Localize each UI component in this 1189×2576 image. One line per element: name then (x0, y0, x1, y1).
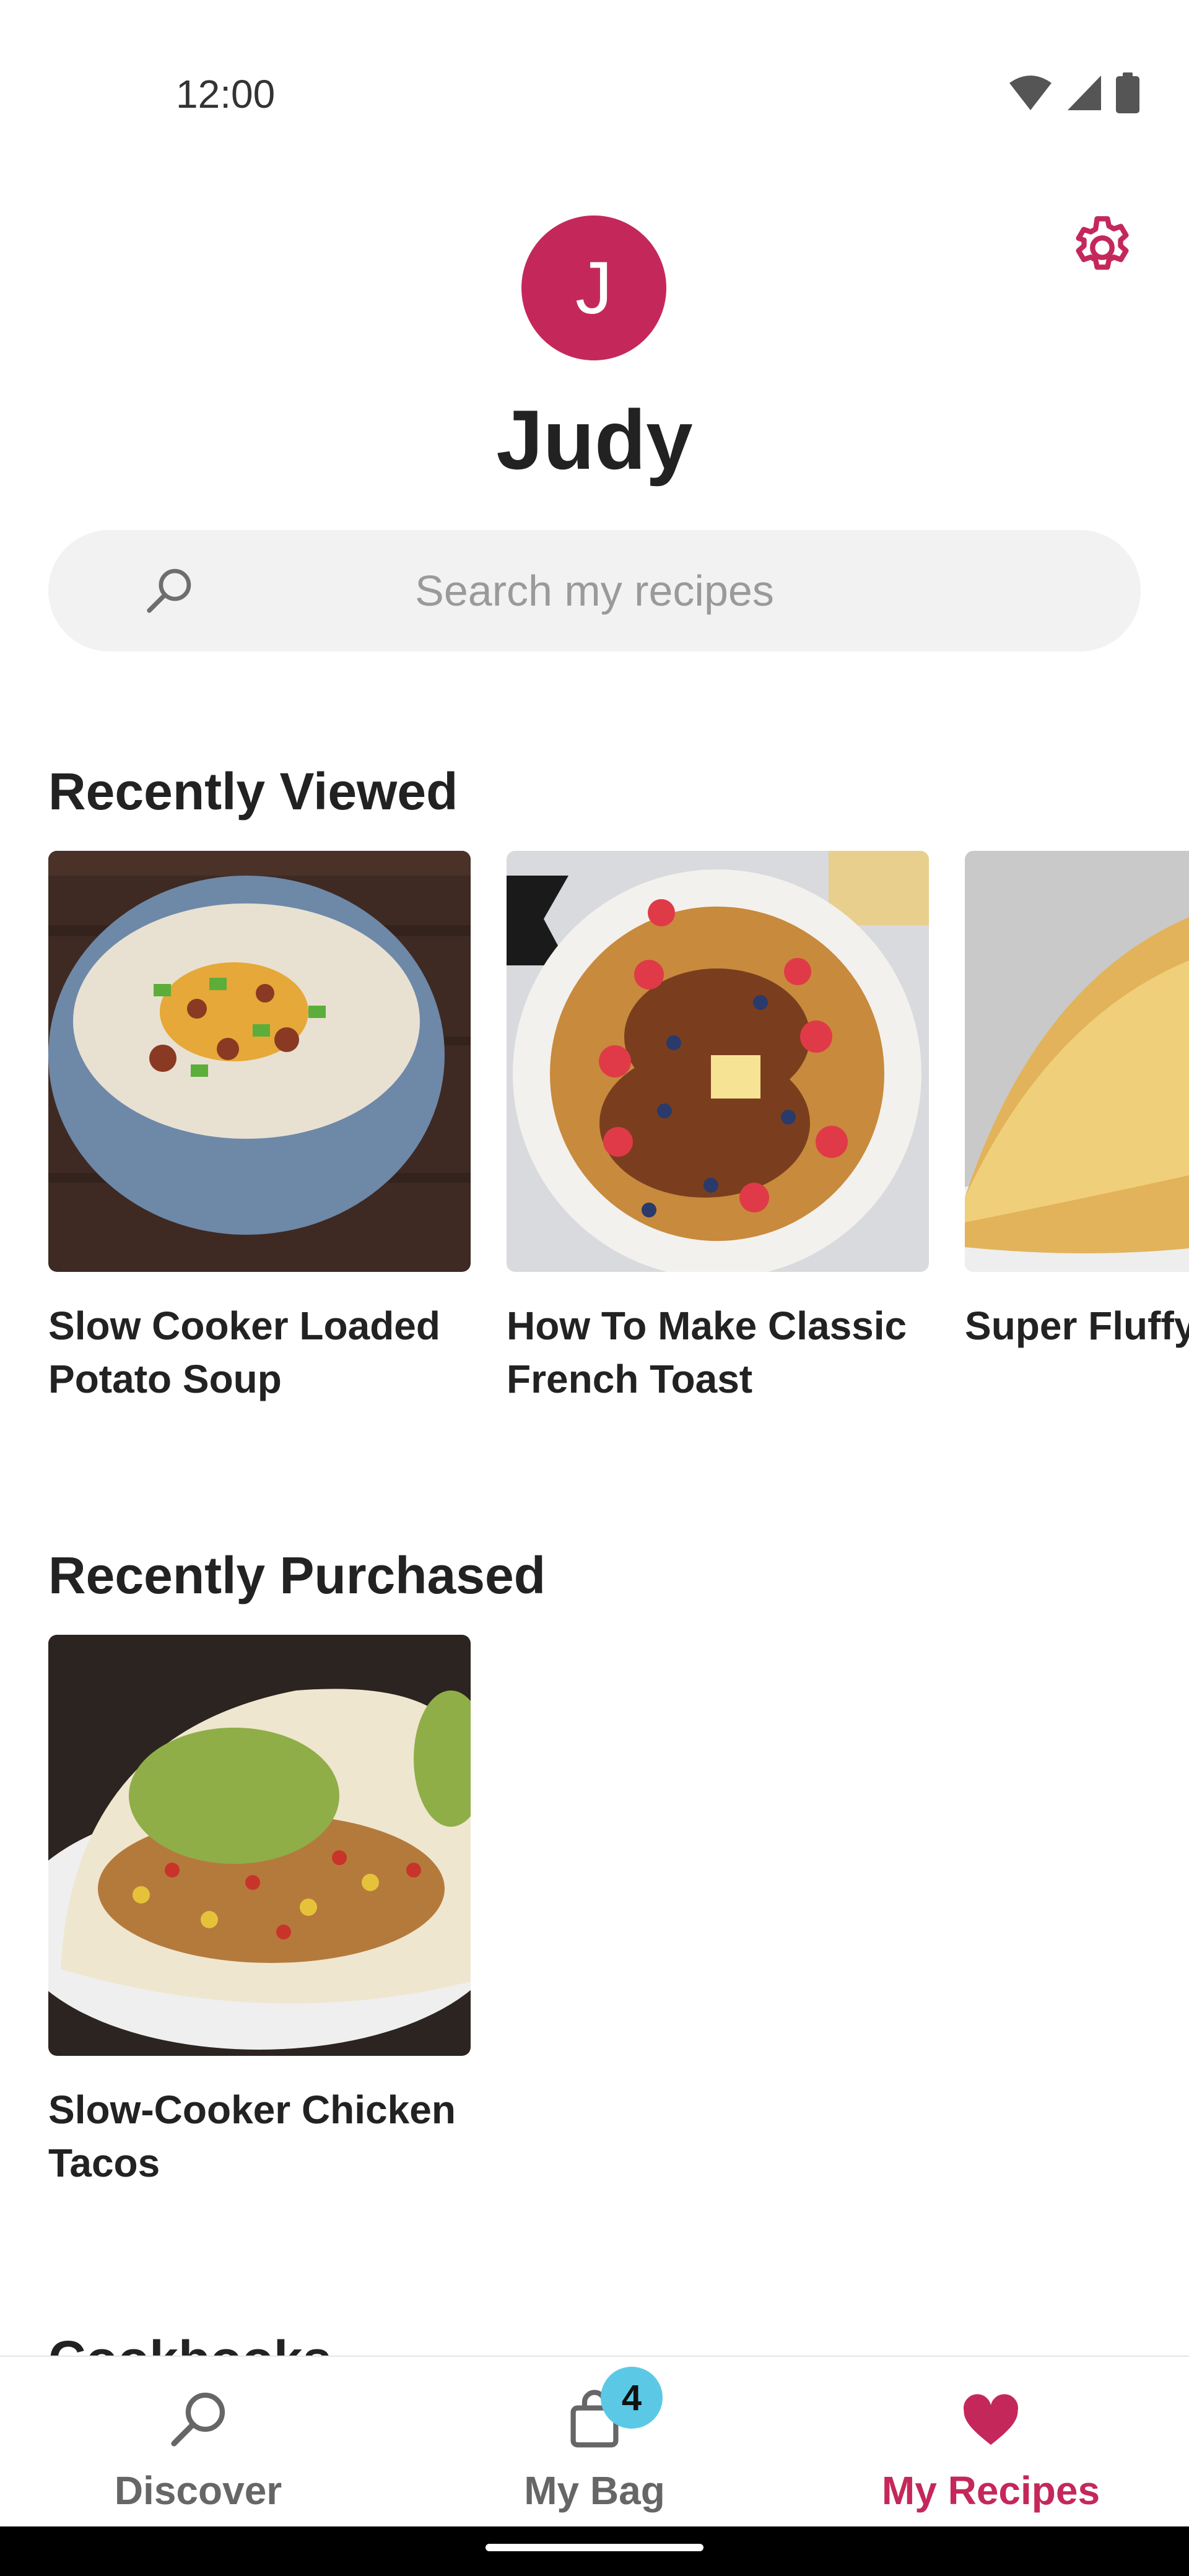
nav-my-recipes[interactable]: My Recipes (793, 2357, 1189, 2528)
search-input[interactable] (48, 530, 1141, 651)
wifi-icon (1009, 76, 1052, 110)
heart-icon (963, 2394, 1019, 2445)
recipe-card[interactable]: Super Fluffy (965, 851, 1189, 1406)
recipe-title: Super Fluffy (965, 1303, 1189, 1348)
search-bar[interactable] (48, 530, 1141, 651)
nav-discover[interactable]: Discover (0, 2357, 396, 2528)
bag-count-badge: 4 (601, 2367, 663, 2429)
recipe-image-french-toast (507, 851, 929, 1272)
recipe-image-omelette (965, 851, 1189, 1272)
recipe-title: Slow-Cooker Chicken Tacos (48, 2087, 456, 2185)
recently-viewed-carousel[interactable]: Slow Cooker Loaded Potato Soup How To Ma… (48, 851, 1189, 1406)
section-title-recently-viewed: Recently Viewed (48, 762, 458, 820)
nav-label-my-recipes: My Recipes (881, 2468, 1100, 2513)
section-title-recently-purchased: Recently Purchased (48, 1546, 546, 1604)
settings-button[interactable] (1065, 211, 1139, 285)
cellular-signal-icon (1068, 76, 1101, 110)
status-time: 12:00 (176, 72, 276, 116)
recipe-title: How To Make Classic French Toast (507, 1303, 907, 1401)
search-icon (171, 2392, 225, 2447)
gesture-navigation-bar (0, 2526, 1189, 2576)
nav-label-discover: Discover (114, 2468, 282, 2513)
recipe-image-chicken-tacos (48, 1635, 471, 2056)
recipe-title: Slow Cooker Loaded Potato Soup (48, 1303, 440, 1401)
recipe-card[interactable]: Slow-Cooker Chicken Tacos (48, 1635, 471, 2190)
profile-name: Judy (496, 393, 693, 487)
status-icons (1008, 68, 1139, 118)
home-gesture-handle[interactable] (486, 2544, 703, 2551)
recipe-image-potato-soup (48, 851, 471, 1272)
recipe-card[interactable]: Slow Cooker Loaded Potato Soup (48, 851, 471, 1406)
avatar-initial: J (575, 246, 612, 329)
bottom-navigation: Discover My Bag My Recipes (0, 2356, 1189, 2528)
gear-icon (1076, 216, 1129, 270)
avatar[interactable]: J (521, 215, 666, 360)
recently-purchased-carousel[interactable]: Slow-Cooker Chicken Tacos (48, 1635, 1189, 2190)
recipe-card[interactable]: How To Make Classic French Toast (507, 851, 929, 1406)
battery-icon (1116, 72, 1139, 113)
nav-my-bag[interactable]: My Bag (396, 2357, 793, 2528)
search-icon (147, 568, 191, 613)
nav-label-my-bag: My Bag (524, 2468, 665, 2513)
